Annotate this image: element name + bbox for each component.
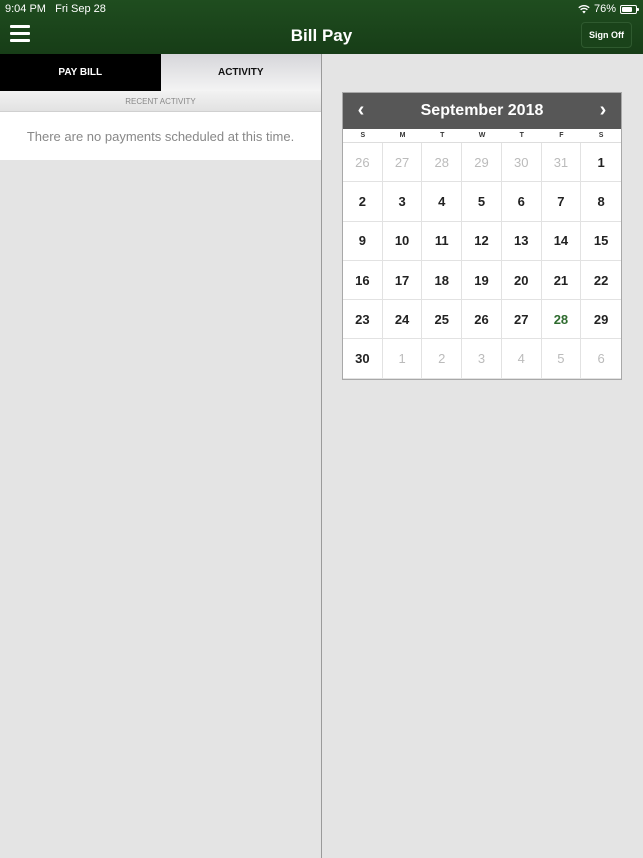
calendar-day-outside-month[interactable]: 6 xyxy=(581,339,621,379)
empty-state-message: There are no payments scheduled at this … xyxy=(0,112,321,160)
calendar-day[interactable]: 4 xyxy=(422,182,463,222)
calendar-month-label: September 2018 xyxy=(420,102,544,119)
calendar-day-outside-month[interactable]: 31 xyxy=(541,143,582,183)
calendar-day[interactable]: 22 xyxy=(581,261,621,301)
calendar-day[interactable]: 9 xyxy=(343,221,383,261)
next-month-button[interactable]: › xyxy=(591,99,615,122)
weekday-label: F xyxy=(559,132,564,139)
calendar-day-outside-month[interactable]: 28 xyxy=(422,143,463,183)
weekday-label: T xyxy=(440,132,445,139)
calendar-day[interactable]: 18 xyxy=(422,260,463,301)
wifi-icon xyxy=(578,4,590,14)
top-bar: 9:04 PM Fri Sep 28 76% Bill Pay Sign Off xyxy=(0,0,643,54)
calendar-day[interactable]: 3 xyxy=(382,182,423,222)
calendar-day[interactable]: 5 xyxy=(462,182,502,222)
calendar-day[interactable]: 25 xyxy=(422,300,463,340)
weekday-label: M xyxy=(399,132,406,139)
pane-divider xyxy=(321,54,322,858)
calendar-day[interactable]: 11 xyxy=(422,221,463,261)
battery-percent: 76% xyxy=(593,3,616,15)
prev-month-button[interactable]: ‹ xyxy=(349,99,373,122)
calendar-day-outside-month[interactable]: 30 xyxy=(501,143,542,183)
recent-activity-header: RECENT ACTIVITY xyxy=(0,91,321,112)
calendar-day[interactable]: 30 xyxy=(343,339,383,379)
calendar-day[interactable]: 23 xyxy=(343,300,383,340)
weekday-label: S xyxy=(598,132,604,139)
tab-bar: PAY BILL ACTIVITY xyxy=(0,54,321,91)
calendar-day[interactable]: 2 xyxy=(343,182,383,222)
calendar-day-today[interactable]: 28 xyxy=(541,300,582,340)
status-indicators: 76% xyxy=(578,3,639,15)
calendar-day-outside-month[interactable]: 4 xyxy=(501,339,542,379)
calendar: ‹ September 2018 › SMTWTFS 26 27 28 29 30 31 1… xyxy=(342,92,622,380)
calendar-day[interactable]: 1 xyxy=(581,143,621,183)
calendar-header: ‹ September 2018 › xyxy=(343,93,621,129)
calendar-day[interactable]: 15 xyxy=(581,222,621,261)
calendar-day-outside-month[interactable]: 29 xyxy=(462,143,502,183)
calendar-grid: 26 27 28 29 30 31 1 2 3 4 5 6 7 8 9 10 11 12 13 14 15 16 17 18 1… xyxy=(343,143,621,379)
tab-pay-bill[interactable]: PAY BILL xyxy=(0,54,161,91)
calendar-day[interactable]: 20 xyxy=(501,260,542,301)
weekday-label: S xyxy=(360,132,366,139)
calendar-day[interactable]: 17 xyxy=(382,260,423,301)
calendar-day-outside-month[interactable]: 1 xyxy=(382,339,423,379)
calendar-day[interactable]: 27 xyxy=(501,300,542,340)
calendar-day[interactable]: 7 xyxy=(541,182,582,222)
sign-off-button[interactable]: Sign Off xyxy=(581,22,632,48)
weekday-header: SMTWTFS xyxy=(343,129,621,143)
calendar-day[interactable]: 13 xyxy=(501,221,542,261)
tab-activity[interactable]: ACTIVITY xyxy=(160,54,321,91)
calendar-day[interactable]: 14 xyxy=(541,221,582,261)
weekday-label: W xyxy=(478,132,486,139)
battery-icon xyxy=(620,4,639,14)
calendar-day-outside-month[interactable]: 3 xyxy=(462,339,502,379)
calendar-day-outside-month[interactable]: 26 xyxy=(343,143,383,183)
calendar-day[interactable]: 21 xyxy=(541,260,582,301)
calendar-day[interactable]: 8 xyxy=(581,182,621,222)
calendar-day[interactable]: 10 xyxy=(382,221,423,261)
calendar-day-outside-month[interactable]: 27 xyxy=(382,143,423,183)
calendar-day-outside-month[interactable]: 2 xyxy=(422,339,463,379)
calendar-day[interactable]: 12 xyxy=(462,221,502,261)
calendar-day[interactable]: 24 xyxy=(382,300,423,340)
calendar-day-outside-month[interactable]: 5 xyxy=(541,339,582,379)
status-time: 9:04 PM Fri Sep 28 xyxy=(5,3,106,15)
calendar-day[interactable]: 6 xyxy=(501,182,542,222)
calendar-day[interactable]: 16 xyxy=(343,260,383,301)
activity-pane: PAY BILL ACTIVITY RECENT ACTIVITY There … xyxy=(0,54,321,858)
weekday-label: T xyxy=(519,132,524,139)
calendar-day[interactable]: 19 xyxy=(462,260,502,301)
page-title: Bill Pay xyxy=(290,26,353,45)
calendar-day[interactable]: 26 xyxy=(462,300,502,340)
calendar-day[interactable]: 29 xyxy=(581,300,621,340)
